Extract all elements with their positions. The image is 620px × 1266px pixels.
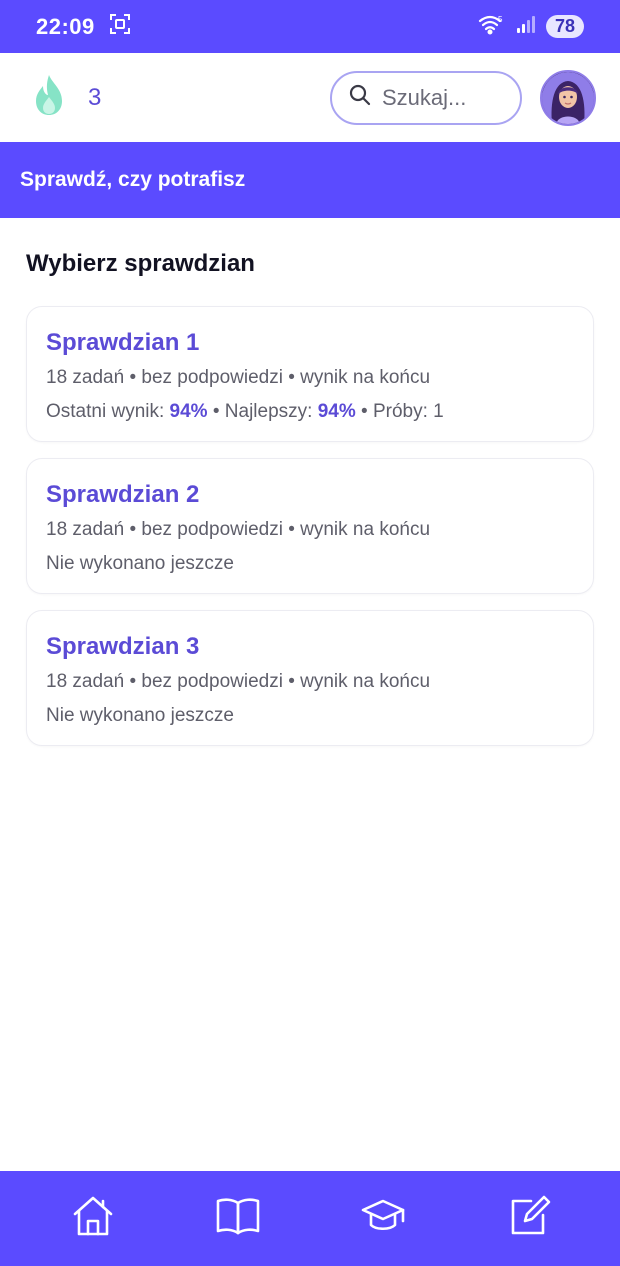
search-box[interactable]	[330, 70, 522, 125]
test-meta: 18 zadań • bez podpowiedzi • wynik na ko…	[46, 671, 431, 692]
top-bar-actions	[330, 69, 596, 126]
test-stats: Ostatni wynik: 94% • Najlepszy: 94% • Pr…	[46, 401, 574, 423]
battery-indicator: 78	[546, 15, 584, 38]
book-icon	[214, 1193, 262, 1244]
screenshot-icon	[109, 13, 131, 40]
test-card[interactable]: Sprawdzian 1 18 zadań • bez podpowiedzi …	[26, 306, 594, 442]
nav-library[interactable]	[206, 1187, 270, 1251]
user-avatar[interactable]	[540, 69, 596, 126]
edit-icon	[505, 1193, 551, 1244]
test-card[interactable]: Sprawdzian 2 18 zadań • bez podpowiedzi …	[26, 458, 594, 594]
test-title: Sprawdzian 1	[46, 329, 200, 356]
signal-icon	[516, 14, 536, 39]
section-header: Sprawdź, czy potrafisz	[0, 142, 620, 218]
test-meta: 18 zadań • bez podpowiedzi • wynik na ko…	[46, 519, 431, 540]
test-title: Sprawdzian 2	[46, 481, 200, 508]
status-bar: 22:09 5 78	[0, 0, 620, 53]
main-content: Wybierz sprawdzian Sprawdzian 1 18 zadań…	[26, 218, 594, 746]
graduation-cap-icon	[359, 1193, 407, 1244]
top-app-bar: 3	[0, 53, 620, 142]
nav-home[interactable]	[61, 1187, 125, 1251]
last-score-label: Ostatni wynik:	[46, 401, 170, 422]
status-left: 22:09	[36, 13, 131, 40]
status-right: 5 78	[478, 13, 584, 40]
bottom-navigation	[0, 1171, 620, 1266]
streak-count: 3	[88, 83, 102, 111]
nav-tests[interactable]	[496, 1187, 560, 1251]
test-list: Sprawdzian 1 18 zadań • bez podpowiedzi …	[26, 306, 594, 746]
test-title: Sprawdzian 3	[46, 633, 200, 660]
wifi-icon: 5	[478, 13, 506, 40]
last-score-value: 94%	[169, 401, 208, 422]
test-card[interactable]: Sprawdzian 3 18 zadań • bez podpowiedzi …	[26, 610, 594, 746]
app-screen: 22:09 5 78 3 Szukaj... Sprawdź, czy potr…	[0, 0, 620, 1266]
attempts-count: • Próby: 1	[355, 401, 444, 422]
best-score-label: • Najlepszy:	[207, 401, 318, 422]
svg-text:5: 5	[498, 15, 503, 24]
page-title: Wybierz sprawdzian	[26, 250, 255, 277]
test-meta: 18 zadań • bez podpowiedzi • wynik na ko…	[46, 367, 431, 388]
search-input[interactable]	[382, 84, 502, 111]
test-status: Nie wykonano jeszcze	[46, 553, 234, 574]
test-status: Nie wykonano jeszcze	[46, 705, 234, 726]
best-score-value: 94%	[317, 401, 356, 422]
search-icon	[348, 83, 372, 112]
clock: 22:09	[36, 13, 95, 39]
nav-learn[interactable]	[351, 1187, 415, 1251]
flame-icon	[30, 73, 68, 122]
home-icon	[70, 1193, 116, 1244]
streak-counter[interactable]: 3	[30, 73, 101, 122]
section-title: Sprawdź, czy potrafisz	[20, 168, 246, 191]
